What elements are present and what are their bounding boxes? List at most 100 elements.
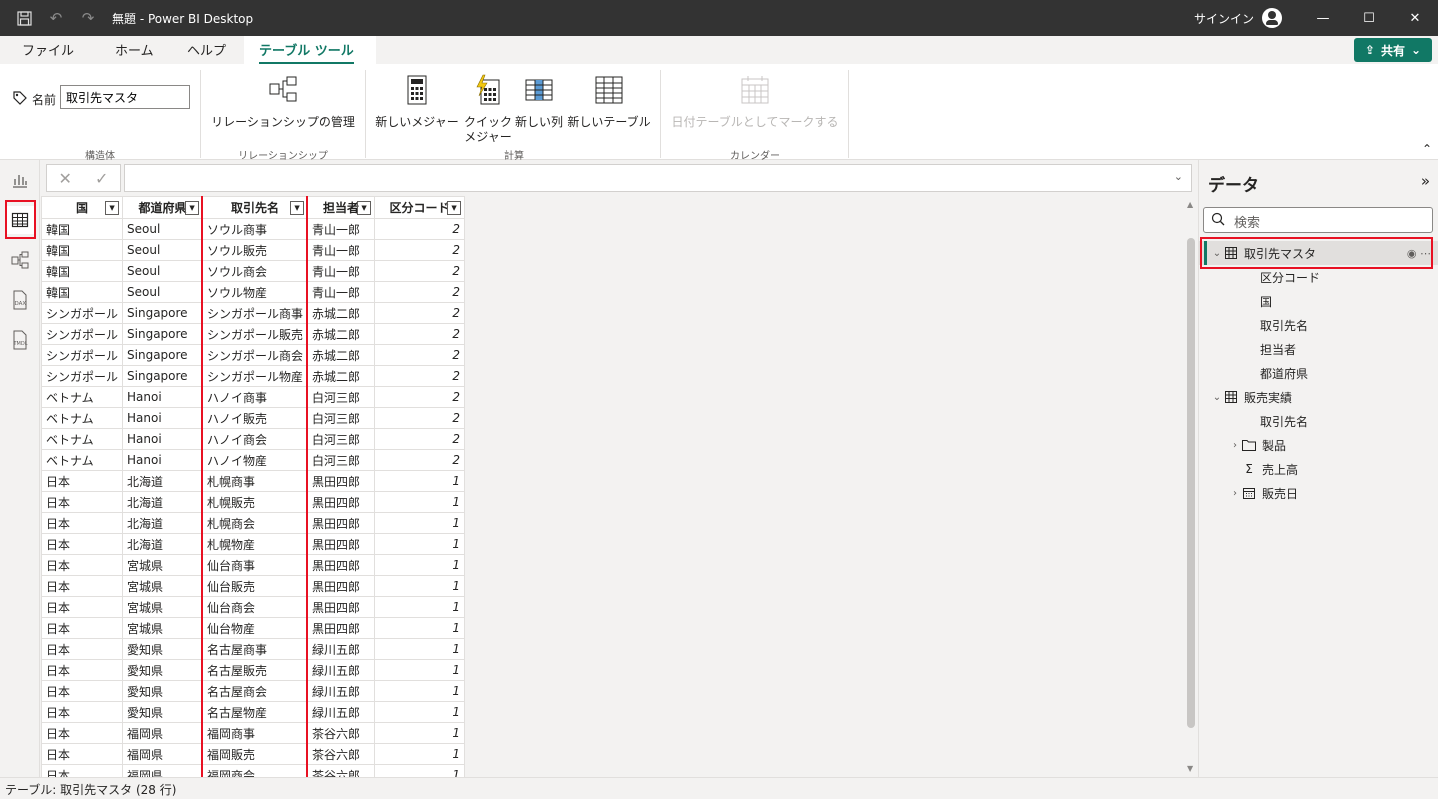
table-cell[interactable]: 北海道 [122,491,204,513]
chevron-down-icon[interactable]: ⌄ [1211,248,1223,259]
tree-measure-sales[interactable]: Σ 売上高 [1199,457,1438,481]
table-cell[interactable]: 名古屋販売 [202,659,309,681]
table-row[interactable]: ベトナム Hanoi ハノイ販売 白河三郎 2 [40,407,466,429]
table-cell[interactable]: 福岡商会 [202,764,309,777]
table-cell[interactable]: ハノイ商事 [202,386,309,408]
table-cell[interactable]: 仙台販売 [202,575,309,597]
maximize-button[interactable]: ☐ [1346,0,1392,36]
table-cell[interactable]: 宮城県 [122,554,204,576]
table-cell[interactable]: 2 [374,302,466,324]
table-cell[interactable]: 愛知県 [122,659,204,681]
tree-field[interactable]: 区分コード [1199,265,1438,289]
table-cell[interactable]: 1 [374,575,466,597]
table-cell[interactable]: ハノイ販売 [202,407,309,429]
tree-field[interactable]: 取引先名 [1199,409,1438,433]
table-cell[interactable]: Hanoi [122,407,204,429]
table-cell[interactable]: 韓国 [40,260,124,282]
table-cell[interactable]: 黒田四郎 [307,533,376,555]
table-cell[interactable]: ソウル商会 [202,260,309,282]
table-cell[interactable]: Seoul [122,260,204,282]
table-cell[interactable]: ソウル商事 [202,218,309,240]
table-cell[interactable]: 2 [374,281,466,303]
table-cell[interactable]: 韓国 [40,218,124,240]
table-cell[interactable]: 札幌物産 [202,533,309,555]
collapse-pane-icon[interactable]: » [1421,172,1430,190]
table-name-input[interactable] [60,85,190,109]
new-measure-button[interactable]: 新しいメジャー [374,74,460,130]
table-cell[interactable]: 福岡商事 [202,722,309,744]
table-cell[interactable]: シンガポール物産 [202,365,309,387]
filter-dropdown-icon[interactable]: ▼ [290,201,305,215]
table-row[interactable]: ベトナム Hanoi ハノイ物産 白河三郎 2 [40,449,466,471]
table-cell[interactable]: ハノイ商会 [202,428,309,450]
table-cell[interactable]: シンガポール [40,365,124,387]
table-cell[interactable]: 黒田四郎 [307,596,376,618]
undo-icon[interactable]: ↶ [40,0,72,36]
save-icon[interactable] [8,0,40,36]
table-cell[interactable]: 日本 [40,512,124,534]
table-cell[interactable]: Singapore [122,365,204,387]
table-cell[interactable]: 茶谷六郎 [307,743,376,765]
table-row[interactable]: ベトナム Hanoi ハノイ商会 白河三郎 2 [40,428,466,450]
table-row[interactable]: 日本 北海道 札幌商会 黒田四郎 1 [40,512,466,534]
table-cell[interactable]: Singapore [122,302,204,324]
table-cell[interactable]: 愛知県 [122,638,204,660]
table-cell[interactable]: 韓国 [40,281,124,303]
table-cell[interactable]: Hanoi [122,449,204,471]
table-cell[interactable]: 札幌商会 [202,512,309,534]
table-cell[interactable]: 2 [374,239,466,261]
redo-icon[interactable]: ↷ [72,0,104,36]
table-cell[interactable]: 白河三郎 [307,428,376,450]
table-cell[interactable]: 1 [374,512,466,534]
table-cell[interactable]: ソウル販売 [202,239,309,261]
table-row[interactable]: 韓国 Seoul ソウル物産 青山一郎 2 [40,281,466,303]
table-cell[interactable]: ベトナム [40,428,124,450]
column-header[interactable]: 区分コード ▼ [374,196,466,219]
scroll-up-icon[interactable]: ▲ [1187,200,1193,209]
table-cell[interactable]: 赤城二郎 [307,344,376,366]
table-cell[interactable]: 日本 [40,554,124,576]
table-cell[interactable]: 仙台商事 [202,554,309,576]
table-cell[interactable]: 2 [374,428,466,450]
table-cell[interactable]: 宮城県 [122,596,204,618]
table-cell[interactable]: Seoul [122,239,204,261]
tmdl-view-icon[interactable]: TMDL [6,326,34,354]
column-header[interactable]: 担当者 ▼ [307,196,376,219]
table-cell[interactable]: 日本 [40,575,124,597]
column-header[interactable]: 都道府県 ▼ [122,196,204,219]
chevron-down-icon[interactable]: ⌄ [1174,170,1183,183]
avatar-icon[interactable] [1262,8,1282,28]
table-cell[interactable]: シンガポール [40,302,124,324]
tree-field[interactable]: 担当者 [1199,337,1438,361]
formula-input[interactable]: ⌄ [124,164,1192,192]
eye-icon[interactable]: ◉ ⋯ [1407,247,1431,260]
table-cell[interactable]: 青山一郎 [307,260,376,282]
table-cell[interactable]: 黒田四郎 [307,470,376,492]
cancel-icon[interactable]: ✕ [59,169,72,188]
scroll-down-icon[interactable]: ▼ [1187,764,1193,773]
table-cell[interactable]: 黒田四郎 [307,554,376,576]
tree-table-torihikisaki[interactable]: ⌄ 取引先マスタ ◉ ⋯ [1199,241,1438,265]
table-cell[interactable]: 2 [374,407,466,429]
table-view-icon[interactable] [6,206,34,234]
table-cell[interactable]: ベトナム [40,386,124,408]
table-cell[interactable]: 1 [374,533,466,555]
report-view-icon[interactable] [6,166,34,194]
filter-dropdown-icon[interactable]: ▼ [105,201,120,215]
table-cell[interactable]: 赤城二郎 [307,365,376,387]
table-cell[interactable]: 黒田四郎 [307,575,376,597]
table-cell[interactable]: 1 [374,743,466,765]
table-row[interactable]: ベトナム Hanoi ハノイ商事 白河三郎 2 [40,386,466,408]
close-button[interactable]: ✕ [1392,0,1438,36]
table-row[interactable]: 日本 宮城県 仙台商会 黒田四郎 1 [40,596,466,618]
table-row[interactable]: シンガポール Singapore シンガポール販売 赤城二郎 2 [40,323,466,345]
table-row[interactable]: 日本 福岡県 福岡販売 茶谷六郎 1 [40,743,466,765]
tab-file[interactable]: ファイル [22,40,74,59]
table-cell[interactable]: シンガポール商事 [202,302,309,324]
table-cell[interactable]: 北海道 [122,533,204,555]
table-cell[interactable]: 韓国 [40,239,124,261]
table-row[interactable]: シンガポール Singapore シンガポール商会 赤城二郎 2 [40,344,466,366]
table-cell[interactable]: 札幌商事 [202,470,309,492]
table-row[interactable]: 日本 北海道 札幌物産 黒田四郎 1 [40,533,466,555]
table-cell[interactable]: 名古屋商会 [202,680,309,702]
